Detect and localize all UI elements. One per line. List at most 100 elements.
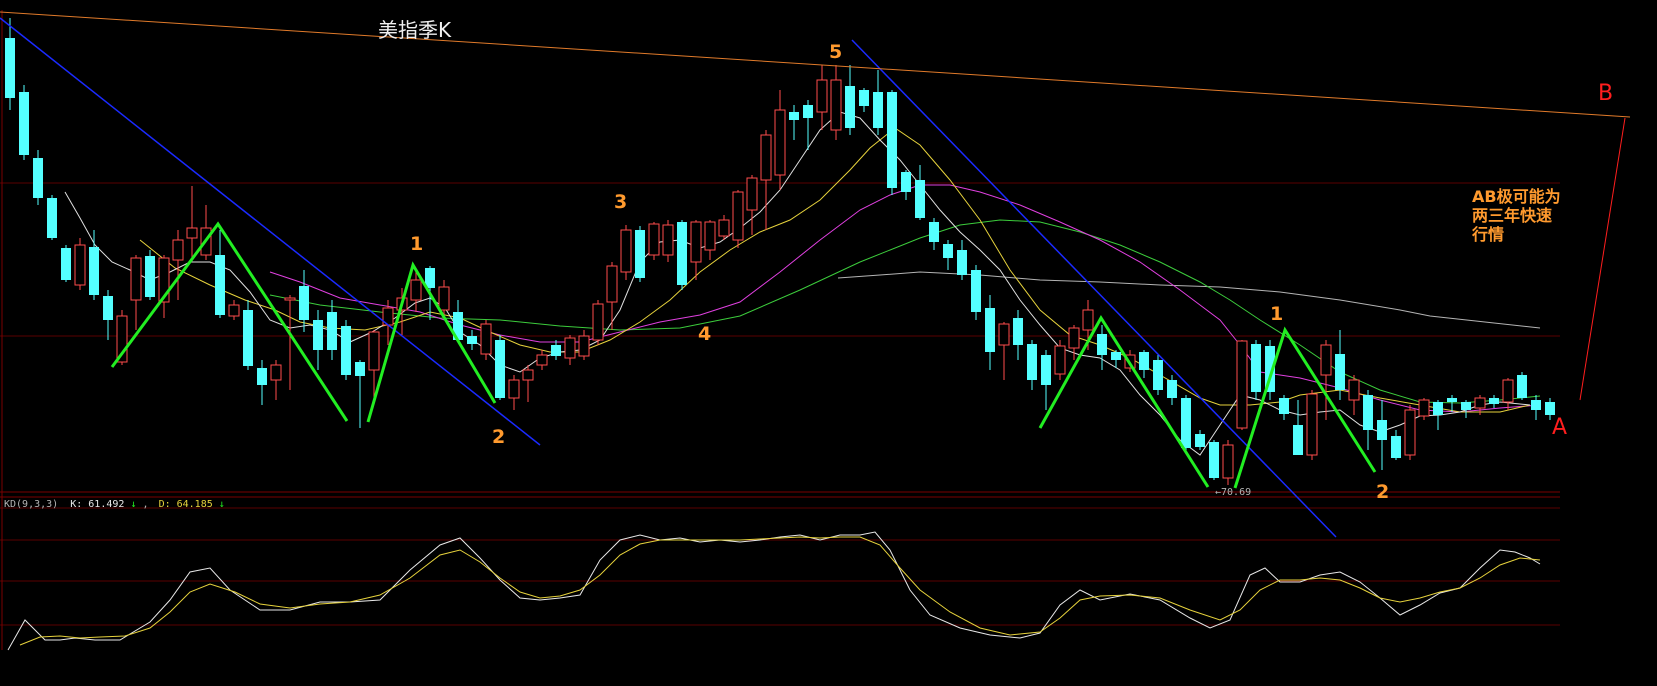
candle-down — [789, 112, 799, 120]
candle-up — [410, 279, 422, 301]
indicator-name: KD(9,3,3) — [4, 499, 58, 510]
candle-down — [1279, 398, 1289, 414]
candle-up — [662, 224, 674, 256]
candle-up — [606, 265, 618, 303]
candle-up — [536, 354, 548, 366]
candle-up — [564, 337, 576, 359]
candle-down — [341, 326, 351, 375]
candle-down — [47, 198, 57, 238]
candle-up — [1320, 344, 1332, 376]
candle-up — [522, 369, 534, 381]
candle-down — [859, 90, 869, 106]
candle-down — [1209, 442, 1219, 478]
candle-down — [495, 340, 505, 398]
candle-up — [718, 219, 730, 237]
candle-up — [228, 304, 240, 317]
candle-down — [803, 105, 813, 118]
candle-down — [887, 92, 897, 188]
candle-up — [690, 221, 702, 263]
candle-down — [257, 368, 267, 385]
candle-down — [327, 312, 337, 350]
candle-down — [243, 310, 253, 366]
candle-up — [830, 79, 842, 131]
wave-label-3: 3 — [614, 191, 627, 213]
candle-up — [998, 323, 1010, 346]
candle-down — [1447, 398, 1457, 402]
candle-up — [816, 79, 828, 113]
candlestick-chart: 美指季K 5 3 1 4 2 1 2 B A AB极可能为 两三年快速 行情 ←… — [0, 0, 1657, 682]
candle-down — [1293, 425, 1303, 455]
candle-up — [480, 323, 492, 355]
candle-up — [1502, 379, 1514, 403]
candle-down — [1391, 436, 1401, 458]
wave-label-1: 1 — [410, 233, 423, 255]
point-label-b: B — [1598, 81, 1613, 106]
candle-down — [551, 345, 561, 356]
candle-down — [1027, 344, 1037, 380]
candle-up — [1306, 393, 1318, 456]
candle-down — [1461, 402, 1471, 410]
candle-down — [1377, 420, 1387, 440]
indicator-k-label: K: 61.492 — [70, 499, 124, 510]
candle-down — [145, 256, 155, 297]
candle-down — [313, 320, 323, 350]
candle-down — [215, 255, 225, 315]
wave-label-2: 2 — [1376, 481, 1389, 503]
indicator-sep: , — [143, 499, 149, 510]
low-price-marker: ←70.69 — [1215, 487, 1251, 498]
candle-down — [1489, 398, 1499, 404]
candle-down — [1195, 434, 1205, 447]
candle-up — [732, 191, 744, 241]
candle-down — [1251, 344, 1261, 392]
candle-up — [1222, 444, 1234, 479]
candle-down — [467, 336, 477, 344]
candle-down — [943, 244, 953, 258]
annotation-line-3: 行情 — [1471, 225, 1504, 244]
point-label-a: A — [1552, 415, 1567, 440]
candle-up — [368, 331, 380, 371]
candle-down — [635, 230, 645, 278]
candle-up — [578, 335, 590, 357]
candle-down — [1013, 318, 1023, 345]
candle-up — [704, 221, 716, 251]
candle-up — [172, 239, 184, 261]
candle-up — [1068, 327, 1080, 349]
candle-down — [1517, 375, 1527, 398]
candle-down — [1111, 352, 1121, 360]
candle-up — [1236, 340, 1248, 429]
wave-label-4: 4 — [698, 323, 711, 345]
annotation-line-2: 两三年快速 — [1472, 206, 1552, 225]
candle-down — [845, 86, 855, 128]
candle-up — [438, 286, 450, 311]
candle-down — [1545, 402, 1555, 415]
candle-down — [929, 222, 939, 242]
candle-down — [355, 362, 365, 376]
indicator-d-label: D: 64.185 — [159, 499, 213, 510]
candle-down — [971, 270, 981, 312]
candle-down — [1335, 354, 1345, 390]
candle-up — [774, 109, 786, 176]
candle-up — [130, 257, 142, 301]
candle-down — [677, 222, 687, 285]
candle-up — [648, 223, 660, 256]
candle-down — [5, 38, 15, 98]
candle-up — [620, 229, 632, 273]
candle-up — [1418, 399, 1430, 417]
candle-down — [19, 92, 29, 155]
candle-down — [1181, 398, 1191, 448]
wave-label-2: 2 — [492, 426, 505, 448]
candle-down — [985, 308, 995, 352]
candle-down — [1139, 352, 1149, 370]
candle-down — [299, 286, 309, 320]
candle-down — [1363, 395, 1373, 430]
annotation-line-1: AB极可能为 — [1472, 187, 1561, 206]
candle-down — [89, 247, 99, 295]
candle-down — [1097, 334, 1107, 355]
candle-down — [103, 296, 113, 320]
candle-down — [901, 172, 911, 192]
candle-up — [1054, 345, 1066, 375]
candle-up — [284, 297, 296, 301]
candle-down — [1167, 380, 1177, 398]
wave-label-5: 5 — [829, 41, 842, 63]
candle-up — [508, 379, 520, 399]
